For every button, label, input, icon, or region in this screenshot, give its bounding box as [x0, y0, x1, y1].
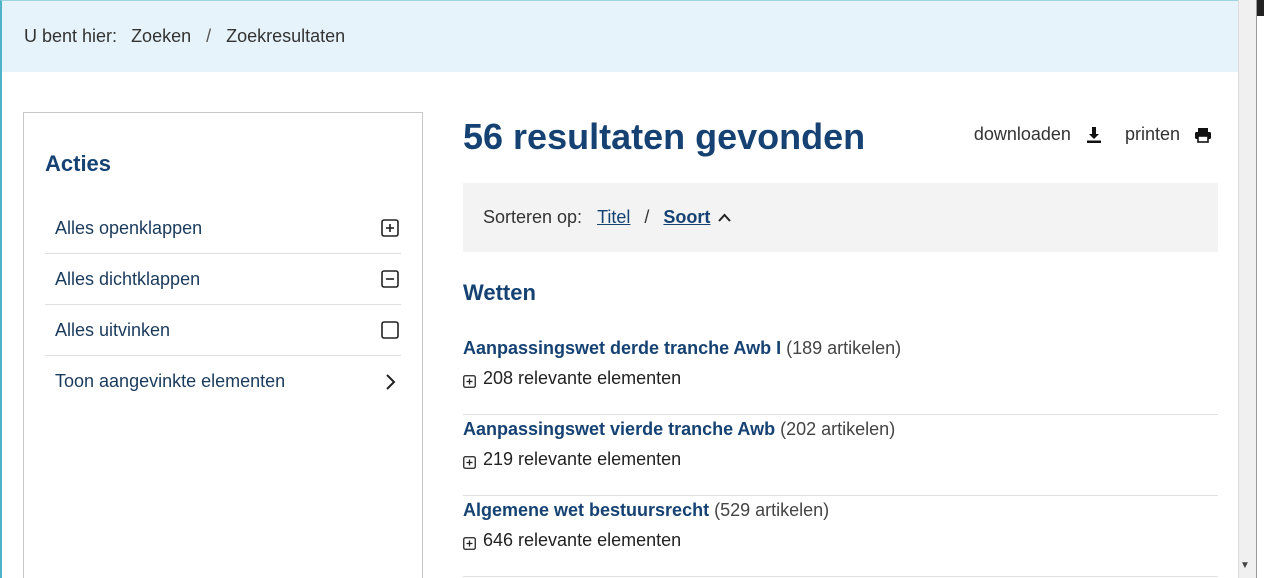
list-item: Algemene wet bestuursrecht (529 artikele… — [463, 496, 1218, 577]
result-relevant: 208 relevante elementen — [483, 368, 682, 388]
actions-title: Acties — [45, 151, 112, 176]
minus-square-icon — [381, 270, 399, 288]
actions-list: Alles openklappen Alles dichtklappen All… — [45, 203, 401, 407]
sort-bar: Sorteren op: Titel / Soort — [463, 183, 1218, 252]
action-label: Alles uitvinken — [55, 319, 171, 340]
result-title-link[interactable]: Aanpassingswet derde tranche Awb I — [463, 338, 781, 358]
action-uncheck-all[interactable]: Alles uitvinken — [45, 305, 401, 356]
print-label: printen — [1124, 124, 1180, 144]
results-title: 56 resultaten gevonden — [463, 116, 866, 157]
plus-square-icon — [381, 219, 399, 237]
sort-by-type[interactable]: Soort — [663, 207, 710, 228]
result-heading: Aanpassingswet vierde tranche Awb (202 a… — [463, 419, 895, 440]
result-count: (529 artikelen) — [714, 500, 830, 520]
result-expand-toggle[interactable]: 219 relevante elementen — [463, 449, 681, 470]
action-collapse-all[interactable]: Alles dichtklappen — [45, 254, 401, 305]
action-show-checked[interactable]: Toon aangevinkte elementen — [45, 356, 401, 407]
result-expand-toggle[interactable]: 646 relevante elementen — [463, 530, 681, 551]
section-title: Wetten — [463, 280, 536, 305]
breadcrumb-separator: / — [206, 26, 212, 46]
result-title-link[interactable]: Algemene wet bestuursrecht — [463, 500, 709, 520]
main-content: 56 resultaten gevonden downloaden printe… — [463, 112, 1218, 577]
breadcrumb-link-zoeken[interactable]: Zoeken — [131, 26, 191, 47]
sort-label: Sorteren op: — [483, 207, 583, 227]
print-button[interactable]: printen — [1125, 124, 1212, 145]
breadcrumb-label: U bent hier: — [24, 26, 118, 46]
result-tools: downloaden printen — [952, 124, 1212, 145]
breadcrumb: U bent hier: Zoeken / Zoekresultaten — [2, 1, 1238, 72]
result-title-link[interactable]: Aanpassingswet vierde tranche Awb — [463, 419, 775, 439]
result-expand-toggle[interactable]: 208 relevante elementen — [463, 368, 681, 389]
result-count: (202 artikelen) — [780, 419, 896, 439]
scrollbar[interactable] — [1238, 0, 1256, 578]
result-heading: Algemene wet bestuursrecht (529 artikele… — [463, 500, 829, 521]
page: U bent hier: Zoeken / Zoekresultaten Act… — [0, 0, 1238, 578]
action-expand-all[interactable]: Alles openklappen — [45, 203, 401, 254]
actions-panel: Acties Alles openklappen Alles dichtklap… — [23, 112, 423, 578]
chevron-right-icon — [381, 373, 399, 391]
chevron-up-icon — [718, 213, 732, 222]
plus-square-icon — [463, 534, 476, 550]
result-relevant: 219 relevante elementen — [483, 449, 682, 469]
scroll-down-arrow-icon[interactable]: ▼ — [1240, 560, 1250, 571]
download-label: downloaden — [973, 124, 1071, 144]
plus-square-icon — [463, 453, 476, 469]
plus-square-icon — [463, 372, 476, 388]
results-list: Aanpassingswet derde tranche Awb I (189 … — [463, 334, 1218, 577]
list-item: Aanpassingswet vierde tranche Awb (202 a… — [463, 415, 1218, 496]
sort-by-title[interactable]: Titel — [597, 207, 630, 228]
checkbox-icon — [381, 321, 399, 339]
result-heading: Aanpassingswet derde tranche Awb I (189 … — [463, 338, 901, 359]
list-item: Aanpassingswet derde tranche Awb I (189 … — [463, 334, 1218, 415]
adjacent-window-edge — [1256, 0, 1264, 578]
heading-row: 56 resultaten gevonden downloaden printe… — [463, 112, 1218, 182]
action-label: Alles openklappen — [55, 217, 203, 238]
action-label: Alles dichtklappen — [55, 268, 201, 289]
result-count: (189 artikelen) — [786, 338, 902, 358]
sort-separator: / — [644, 207, 650, 227]
printer-icon — [1195, 127, 1211, 143]
result-relevant: 646 relevante elementen — [483, 530, 682, 550]
adjacent-window-titlebar — [1257, 0, 1264, 16]
breadcrumb-current: Zoekresultaten — [226, 26, 346, 46]
action-label: Toon aangevinkte elementen — [55, 371, 286, 391]
download-button[interactable]: downloaden — [974, 124, 1103, 145]
download-icon — [1086, 126, 1101, 143]
